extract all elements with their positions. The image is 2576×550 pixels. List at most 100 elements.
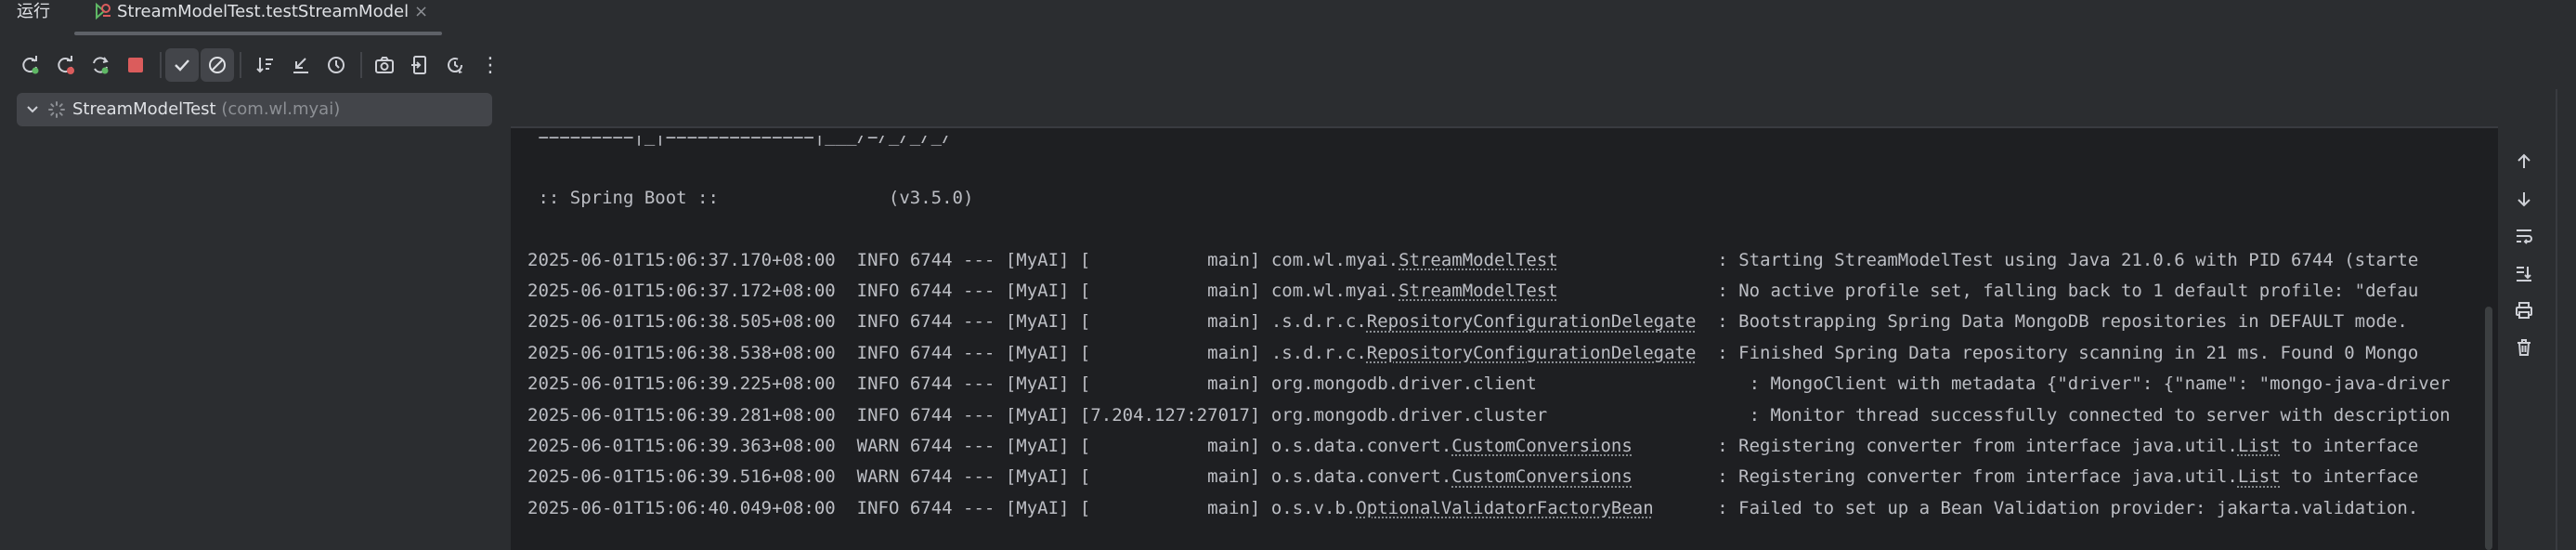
log-pid: 6744 — [910, 466, 953, 487]
log-logger-class: StreamModelTest — [1399, 281, 1558, 301]
collapse-all-icon[interactable] — [284, 48, 318, 82]
log-level: INFO — [857, 281, 900, 301]
show-passed-icon[interactable] — [165, 48, 199, 82]
log-app-name: [MyAI] — [1006, 343, 1070, 363]
console-side-toolbar — [2498, 136, 2550, 550]
log-thread: [ main] — [1080, 343, 1260, 363]
log-message-tail: to interface — [2281, 436, 2419, 456]
log-app-name: [MyAI] — [1006, 405, 1070, 426]
log-logger-class: CustomConversions — [1451, 466, 1632, 487]
toolbar-separator — [240, 52, 241, 78]
banner-ascii-line: =========|_|==============|___/=/_/_/_/ — [527, 136, 2451, 151]
log-level: INFO — [857, 343, 900, 363]
show-ignored-icon[interactable] — [201, 48, 234, 82]
rerun-failed-icon[interactable] — [48, 48, 82, 82]
log-thread: [ main] — [1080, 498, 1260, 518]
log-app-name: [MyAI] — [1006, 281, 1070, 301]
log-timestamp: 2025-06-01T15:06:37.172+08:00 — [527, 281, 836, 301]
log-level: INFO — [857, 405, 900, 426]
close-tab-icon[interactable]: × — [414, 0, 428, 24]
log-line: 2025-06-01T15:06:39.363+08:00 WARN 6744 … — [527, 431, 2451, 462]
log-padding — [1537, 373, 1738, 394]
run-panel-title: 运行 — [17, 0, 50, 24]
log-level: INFO — [857, 498, 900, 518]
log-timestamp: 2025-06-01T15:06:40.049+08:00 — [527, 498, 836, 518]
import-tests-icon[interactable] — [403, 48, 436, 82]
blank-line — [527, 214, 2451, 244]
log-logger-class: RepositoryConfigurationDelegate — [1367, 311, 1697, 332]
log-thread: [ main] — [1080, 436, 1260, 456]
stop-icon[interactable] — [119, 48, 152, 82]
log-message: : Failed to set up a Bean Validation pro… — [1717, 498, 2418, 518]
log-timestamp: 2025-06-01T15:06:38.505+08:00 — [527, 311, 836, 332]
print-icon[interactable] — [2507, 294, 2541, 327]
log-pid: 6744 — [910, 343, 953, 363]
toggle-auto-test-icon[interactable] — [84, 48, 117, 82]
log-padding — [1558, 281, 1707, 301]
more-glyph: ⋮ — [480, 54, 501, 77]
log-message: : Monitor thread successfully connected … — [1750, 405, 2451, 426]
log-line: 2025-06-01T15:06:38.538+08:00 INFO 6744 … — [527, 338, 2451, 369]
running-spinner-icon — [46, 99, 67, 124]
more-icon[interactable]: ⋮ — [474, 48, 507, 82]
log-pid: 6744 — [910, 281, 953, 301]
log-message: : Finished Spring Data repository scanni… — [1717, 343, 2418, 363]
log-padding — [1696, 311, 1706, 332]
log-thread: [ main] — [1080, 466, 1260, 487]
log-thread: [ main] — [1080, 250, 1260, 270]
log-timestamp: 2025-06-01T15:06:39.225+08:00 — [527, 373, 836, 394]
log-level: INFO — [857, 250, 900, 270]
clear-all-icon[interactable] — [2507, 331, 2541, 364]
log-message: : Registering converter from interface j… — [1717, 466, 2238, 487]
console-output[interactable]: =========|_|==============|___/=/_/_/_/ … — [511, 136, 2498, 550]
blank-line — [527, 151, 2451, 182]
log-padding — [1633, 466, 1707, 487]
log-padding — [1654, 498, 1707, 518]
junit-run-icon — [93, 1, 113, 27]
log-level: INFO — [857, 373, 900, 394]
log-message: : No active profile set, falling back to… — [1717, 281, 2418, 301]
scroll-up-icon[interactable] — [2507, 145, 2541, 178]
log-logger-class: CustomConversions — [1451, 436, 1632, 456]
log-line: 2025-06-01T15:06:37.172+08:00 INFO 6744 … — [527, 276, 2451, 307]
log-logger-prefix: o.s.data.convert. — [1271, 436, 1451, 456]
scroll-to-end-icon[interactable] — [2507, 256, 2541, 290]
log-thread: [7.204.127:27017] — [1080, 405, 1260, 426]
tab-run-configuration[interactable]: StreamModelTest.testStreamModel × — [74, 0, 446, 33]
log-level: WARN — [857, 466, 900, 487]
log-text: =========|_|==============|___/=/_/_/_/ … — [527, 136, 2451, 524]
log-pid: 6744 — [910, 436, 953, 456]
log-padding — [1558, 250, 1707, 270]
run-tab-label: StreamModelTest.testStreamModel — [117, 0, 409, 24]
log-pid: 6744 — [910, 311, 953, 332]
test-history-icon[interactable] — [438, 48, 472, 82]
log-thread: [ main] — [1080, 281, 1260, 301]
log-logger-prefix: o.s.data.convert. — [1271, 466, 1451, 487]
scroll-down-icon[interactable] — [2507, 182, 2541, 216]
log-logger-class: StreamModelTest — [1399, 250, 1558, 270]
active-tab-indicator — [74, 32, 442, 35]
screenshot-icon[interactable] — [368, 48, 401, 82]
tree-node-label: StreamModelTest (com.wl.myai) — [72, 93, 340, 126]
log-level: WARN — [857, 436, 900, 456]
banner-spring-boot-line: :: Spring Boot :: (v3.5.0) — [527, 183, 2451, 214]
log-timestamp: 2025-06-01T15:06:39.363+08:00 — [527, 436, 836, 456]
sort-alphabetically-icon[interactable] — [249, 48, 282, 82]
rerun-icon[interactable] — [13, 48, 46, 82]
soft-wrap-icon[interactable] — [2507, 219, 2541, 253]
log-app-name: [MyAI] — [1006, 436, 1070, 456]
tree-node-streammodeltest[interactable]: StreamModelTest (com.wl.myai) — [17, 93, 492, 126]
sort-by-duration-icon[interactable] — [319, 48, 353, 82]
log-logger-prefix: o.s.v.b. — [1271, 498, 1357, 518]
log-message: : Starting StreamModelTest using Java 21… — [1717, 250, 2418, 270]
log-logger-prefix: org.mongodb.driver.cluster — [1271, 405, 1547, 426]
log-thread: [ main] — [1080, 311, 1260, 332]
log-line: 2025-06-01T15:06:38.505+08:00 INFO 6744 … — [527, 307, 2451, 337]
chevron-down-icon[interactable] — [24, 101, 41, 122]
log-message-tail: to interface — [2281, 466, 2419, 487]
log-message-class: List — [2238, 466, 2281, 487]
log-timestamp: 2025-06-01T15:06:39.281+08:00 — [527, 405, 836, 426]
log-line: 2025-06-01T15:06:39.225+08:00 INFO 6744 … — [527, 369, 2451, 399]
log-message-class: List — [2238, 436, 2281, 456]
console-scrollbar[interactable] — [2485, 307, 2492, 550]
